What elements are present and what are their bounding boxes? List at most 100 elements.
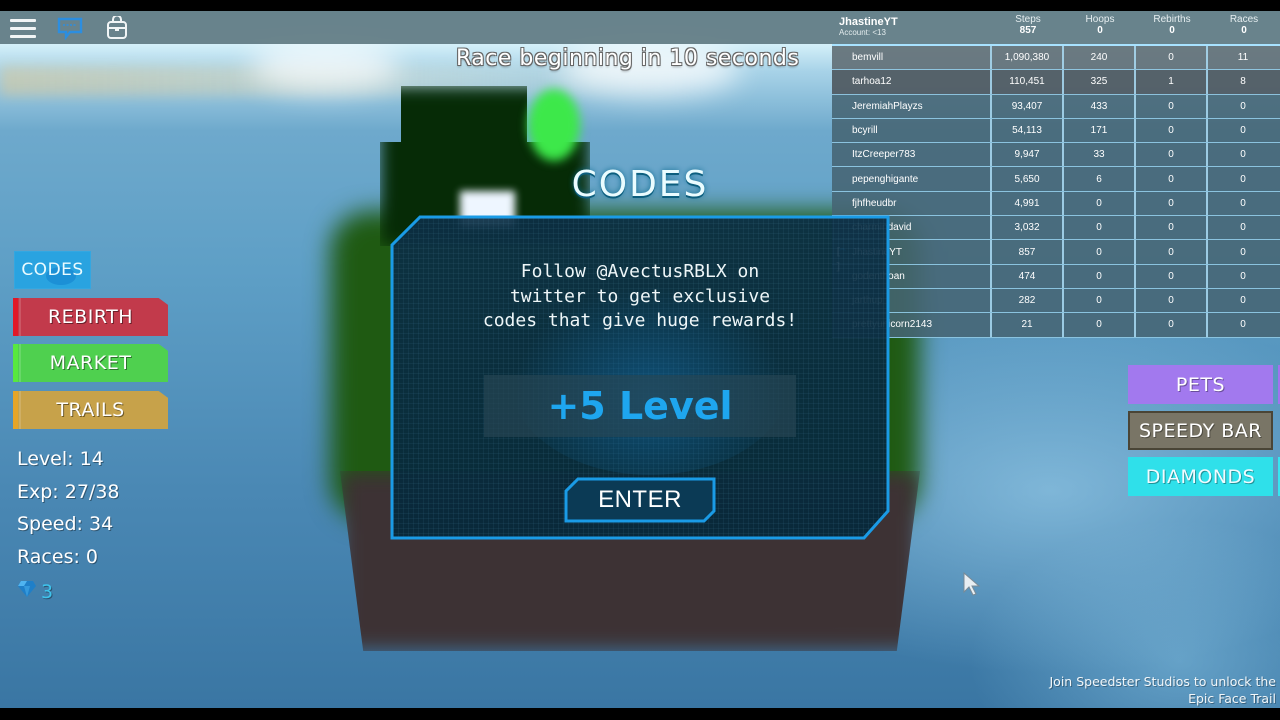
leaderboard: JhastineYT Account: <13 Steps 857 Hoops … [832,11,1280,338]
player-name: JhastineYT [839,16,898,28]
cell-races: 0 [1240,100,1246,112]
leaderboard-row[interactable]: fjhfheudbr 4,991 0 0 0 [832,191,1280,217]
cell-steps: 1,090,380 [992,46,1064,70]
column-value: 857 [1019,25,1037,36]
leaderboard-row[interactable]: jarthup282000 [832,288,1280,314]
cell-steps: 21 [992,313,1064,337]
cell-name: tarhoa12 [832,70,992,94]
leaderboard-row[interactable]: JeremiahPlayzs 93,407 433 0 0 [832,94,1280,119]
cell-hoops: 240 [1064,46,1136,70]
speed-stat: Speed: 34 [17,513,114,535]
cell-name: fjhfheudbr [832,191,992,216]
codes-button-label: CODES [21,260,84,280]
pets-button-label: PETS [1175,373,1226,396]
enter-button[interactable]: ENTER [564,477,716,523]
leaderboard-row[interactable]: bemvill 1,090,380 240 0 11 [832,46,1280,71]
cell-races: 0 [1240,197,1246,209]
leaderboard-row[interactable]: godenthoan474000 [832,264,1280,289]
column-label: Hoops [1085,14,1115,25]
speedy-bar-button-label: SPEEDY BAR [1139,419,1262,442]
mouse-cursor-icon [963,571,981,600]
cell-steps: 54,113 [992,118,1064,143]
column-rebirths: Rebirths 0 [1136,11,1208,44]
market-button[interactable]: MARKET [13,344,168,382]
column-steps: Steps 857 [992,11,1064,44]
cell-rebirths: 0 [1136,216,1208,240]
codes-modal: Follow @AvectusRBLX on twitter to get ex… [390,215,890,540]
cell-rebirths: 0 [1136,240,1208,264]
cell-races: 0 [1240,270,1246,282]
sky-glare [250,41,400,91]
code-input[interactable] [484,375,796,437]
cell-steps: 9,947 [992,143,1064,167]
cell-rebirths: 0 [1136,94,1208,118]
column-races: Races 0 [1208,11,1280,44]
cell-hoops: 325 [1064,70,1136,94]
trails-button[interactable]: TRAILS [13,391,168,429]
market-button-label: MARKET [49,352,132,374]
column-label: Steps [1015,14,1041,25]
cell-steps: 93,407 [992,94,1064,118]
cell-hoops: 433 [1064,94,1136,118]
cell-name: bemvill [832,46,992,70]
cell-races: 0 [1240,149,1246,161]
race-countdown: Race beginning in 10 seconds [456,46,800,71]
backpack-icon[interactable] [104,15,130,41]
cell-rebirths: 0 [1136,46,1208,70]
cell-steps: 4,991 [992,191,1064,216]
cell-rebirths: 0 [1136,264,1208,288]
cell-steps: 282 [992,288,1064,313]
leaderboard-row[interactable]: tarhoa12 110,451 325 1 8 [832,70,1280,95]
cell-rebirths: 0 [1136,143,1208,167]
speedy-bar-button[interactable]: SPEEDY BAR [1128,411,1273,450]
column-label: Races [1229,14,1259,25]
cell-races: 0 [1240,125,1246,137]
gems-count: 3 [41,581,54,604]
column-value: 0 [1097,25,1103,36]
cell-hoops: 33 [1064,143,1136,167]
leaderboard-row[interactable]: pepenghigante 5,650 6 0 0 [832,167,1280,192]
cell-name: ItzCreeper783 [832,143,992,167]
enter-button-label: ENTER [598,486,682,513]
letterbox-top [0,0,1280,11]
cell-races: 0 [1240,173,1246,185]
exp-stat: Exp: 27/38 [17,480,120,503]
group-promo-text: Join Speedster Studios to unlock the Epi… [1049,674,1277,706]
column-hoops: Hoops 0 [1064,11,1136,44]
leaderboard-row[interactable]: prettyunicorn2143 21 0 0 0 [832,313,1280,338]
column-value: 0 [1241,25,1247,36]
codes-message: Follow @AvectusRBLX on twitter to get ex… [482,261,798,331]
menu-icon[interactable] [8,15,38,41]
codes-button[interactable]: CODES [14,251,91,289]
leaderboard-self-summary[interactable]: JhastineYT Account: <13 [832,11,992,44]
pets-button[interactable]: PETS [1128,365,1280,404]
cell-races: 11 [1237,52,1249,64]
cell-rebirths: 0 [1136,191,1208,216]
leaderboard-row-self[interactable]: [ ]JhastineYT857000 [832,240,1280,273]
cell-name: pepenghigante [832,167,992,191]
column-label: Rebirths [1153,14,1191,25]
player-avatar-accent [528,89,580,161]
cell-races: 0 [1240,295,1246,307]
cell-steps: 5,650 [992,167,1064,191]
cell-rebirths: 0 [1136,118,1208,143]
cell-steps: 110,451 [992,70,1064,94]
leaderboard-row[interactable]: ItzCreeper783 9,947 33 0 0 [832,143,1280,168]
cell-hoops: 0 [1064,216,1136,240]
cell-hoops: 0 [1064,288,1136,313]
cell-steps: 857 [992,240,1064,264]
rebirth-button-label: REBIRTH [47,306,134,328]
cell-rebirths: 0 [1136,167,1208,191]
diamonds-button[interactable]: DIAMONDS [1128,457,1280,496]
diamond-icon [17,579,37,605]
chat-icon[interactable] [56,15,84,41]
trails-button-label: TRAILS [56,399,125,421]
diamonds-button-label: DIAMONDS [1145,465,1256,488]
leaderboard-rows: bemvill 1,090,380 240 0 11 tarhoa12 110,451 325… [832,44,1280,338]
leaderboard-row[interactable]: charmindavid3,032000 [832,216,1280,241]
leaderboard-header: JhastineYT Account: <13 Steps 857 Hoops … [832,11,1280,44]
leaderboard-row[interactable]: bcyrill 54,113 171 0 0 [832,118,1280,144]
rebirth-button[interactable]: REBIRTH [13,298,168,336]
cell-rebirths: 1 [1136,70,1208,94]
cell-hoops: 0 [1064,313,1136,337]
